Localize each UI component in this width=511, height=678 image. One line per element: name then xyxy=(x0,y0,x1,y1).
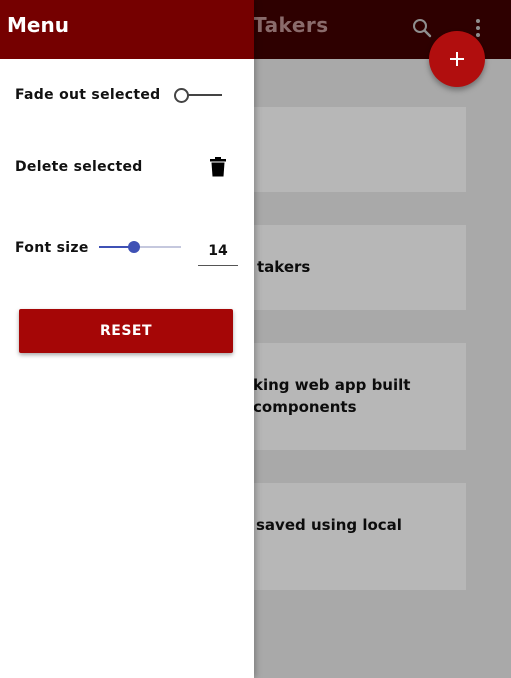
note-card[interactable] xyxy=(233,107,466,192)
app-title: Takers xyxy=(253,13,329,37)
font-size-slider[interactable] xyxy=(99,236,181,258)
plus-icon xyxy=(450,52,464,66)
font-size-input[interactable] xyxy=(198,236,238,266)
note-text: king web app built xyxy=(253,376,411,394)
fade-out-label: Fade out selected xyxy=(15,87,161,103)
drawer-title: Menu xyxy=(7,13,69,37)
note-card[interactable]: king web app built components xyxy=(233,343,466,450)
delete-selected-label: Delete selected xyxy=(15,159,143,175)
font-size-label: Font size xyxy=(15,240,89,256)
delete-icon[interactable] xyxy=(209,157,227,177)
reset-button[interactable]: RESET xyxy=(19,309,233,353)
drawer-header: Menu xyxy=(0,0,254,59)
note-text: takers xyxy=(257,258,311,276)
search-icon[interactable] xyxy=(410,16,434,40)
note-card[interactable]: saved using local xyxy=(233,483,466,590)
note-card[interactable]: takers xyxy=(233,225,466,310)
note-text: components xyxy=(253,398,357,416)
fade-out-toggle[interactable] xyxy=(174,88,222,103)
settings-drawer: Menu Fade out selected Delete selected F… xyxy=(0,0,254,678)
slider-thumb[interactable] xyxy=(128,241,141,253)
add-note-button[interactable] xyxy=(429,31,485,87)
note-text: saved using local xyxy=(256,516,402,534)
toggle-thumb xyxy=(174,88,189,103)
